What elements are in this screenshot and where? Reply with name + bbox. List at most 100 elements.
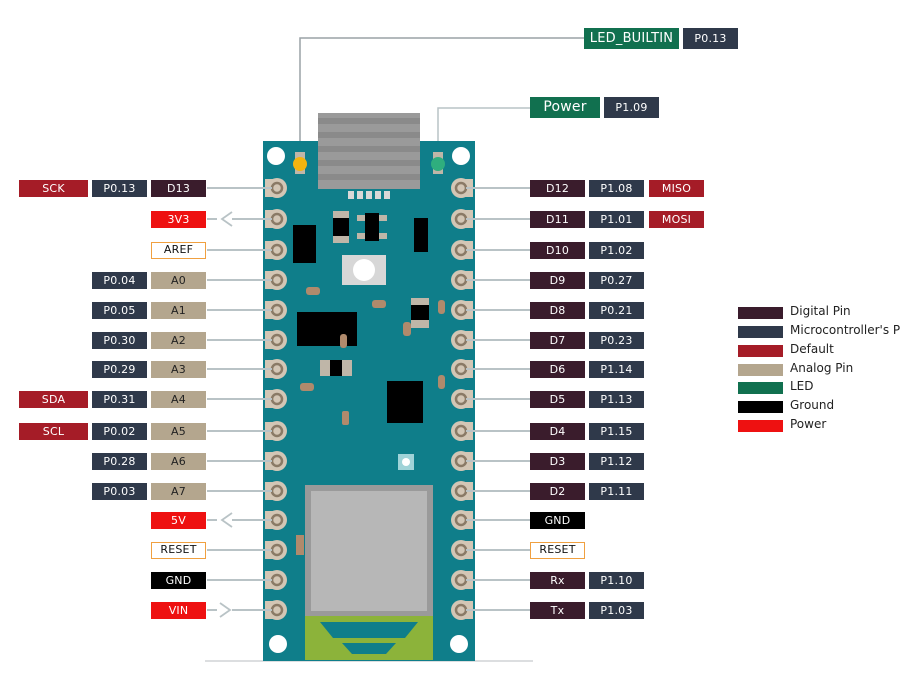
left-port-a6: P0.28 xyxy=(92,453,147,470)
led-builtin-port-label: P0.13 xyxy=(683,28,738,49)
pin-wire xyxy=(466,218,530,220)
usb-connector xyxy=(318,113,420,199)
pin-wire xyxy=(466,549,530,551)
right-port-d6: P1.14 xyxy=(589,361,644,378)
right-pin-d3: D3 xyxy=(530,453,585,470)
right-pin-tx: Tx xyxy=(530,602,585,619)
right-pin-d7: D7 xyxy=(530,332,585,349)
arrow-in-vin-icon xyxy=(219,602,232,618)
left-port-a3: P0.29 xyxy=(92,361,147,378)
right-port-d2: P1.11 xyxy=(589,483,644,500)
pin-wire xyxy=(207,368,272,370)
pin-wire xyxy=(232,218,272,220)
legend-swatch xyxy=(738,345,783,357)
pin-wire xyxy=(466,339,530,341)
led-builtin-label: LED_BUILTIN xyxy=(584,28,679,49)
pin-wire xyxy=(207,460,272,462)
pin-wire xyxy=(466,398,530,400)
pin-wire xyxy=(466,187,530,189)
left-port-d13: P0.13 xyxy=(92,180,147,197)
right-pin-d10: D10 xyxy=(530,242,585,259)
mounting-hole xyxy=(452,147,470,165)
legend-swatch xyxy=(738,307,783,319)
wireless-module xyxy=(305,485,433,660)
left-port-a1: P0.05 xyxy=(92,302,147,319)
left-port-a5: P0.02 xyxy=(92,423,147,440)
left-pin-a3: A3 xyxy=(151,361,206,378)
left-pin-a1: A1 xyxy=(151,302,206,319)
pin-wire xyxy=(207,609,217,611)
right-func-mosi: MOSI xyxy=(649,211,704,228)
pin-wire xyxy=(466,519,530,521)
left-pin-a7: A7 xyxy=(151,483,206,500)
right-port-d4: P1.15 xyxy=(589,423,644,440)
mounting-hole xyxy=(269,635,287,653)
left-pin-a0: A0 xyxy=(151,272,206,289)
right-pin-d5: D5 xyxy=(530,391,585,408)
pin-wire xyxy=(207,579,272,581)
left-func-scl: SCL xyxy=(19,423,88,440)
pin-wire xyxy=(232,609,272,611)
pin-wire xyxy=(207,549,272,551)
left-func-sda: SDA xyxy=(19,391,88,408)
left-pin-a2: A2 xyxy=(151,332,206,349)
left-pin-5v: 5V xyxy=(151,512,206,529)
right-port-d11: P1.01 xyxy=(589,211,644,228)
left-pin-vin: VIN xyxy=(151,602,206,619)
pin-wire xyxy=(207,249,272,251)
left-pin-reset: RESET xyxy=(151,542,206,559)
pin-wire xyxy=(466,430,530,432)
legend-label: Ground xyxy=(790,398,835,412)
right-port-d5: P1.13 xyxy=(589,391,644,408)
pin-wire xyxy=(207,430,272,432)
pin-wire xyxy=(466,279,530,281)
pin-wire xyxy=(466,490,530,492)
left-pin-d13: D13 xyxy=(151,180,206,197)
pin-wire xyxy=(207,339,272,341)
right-pin-d11: D11 xyxy=(530,211,585,228)
power-led-label: Power xyxy=(530,97,600,118)
pin-wire xyxy=(466,368,530,370)
mounting-hole xyxy=(267,147,285,165)
pin-wire xyxy=(207,218,217,220)
right-pin-d9: D9 xyxy=(530,272,585,289)
pin-wire xyxy=(207,490,272,492)
left-port-a4: P0.31 xyxy=(92,391,147,408)
pin-wire xyxy=(207,279,272,281)
legend-swatch xyxy=(738,420,783,432)
pin-wire xyxy=(466,460,530,462)
left-pin-aref: AREF xyxy=(151,242,206,259)
pin-wire xyxy=(466,309,530,311)
led-power-icon xyxy=(431,152,445,174)
legend-swatch xyxy=(738,326,783,338)
left-pin-a6: A6 xyxy=(151,453,206,470)
pin-wire xyxy=(207,398,272,400)
arrow-out-3v3-icon xyxy=(220,211,233,227)
right-port-d3: P1.12 xyxy=(589,453,644,470)
pin-wire xyxy=(207,519,217,521)
power-led-port-label: P1.09 xyxy=(604,97,659,118)
legend-label: Power xyxy=(790,417,827,431)
legend-swatch xyxy=(738,364,783,376)
legend-label: Microcontroller's Port xyxy=(790,323,900,337)
legend-label: Default xyxy=(790,342,834,356)
left-pin-a4: A4 xyxy=(151,391,206,408)
left-port-a7: P0.03 xyxy=(92,483,147,500)
led-builtin-icon xyxy=(293,152,307,174)
mounting-hole xyxy=(450,635,468,653)
right-port-rx: P1.10 xyxy=(589,572,644,589)
legend-swatch xyxy=(738,382,783,394)
legend-swatch xyxy=(738,401,783,413)
legend-label: Analog Pin xyxy=(790,361,854,375)
right-pin-d8: D8 xyxy=(530,302,585,319)
right-port-tx: P1.03 xyxy=(589,602,644,619)
left-port-a0: P0.04 xyxy=(92,272,147,289)
pin-wire xyxy=(466,609,530,611)
right-port-d8: P0.21 xyxy=(589,302,644,319)
right-func-miso: MISO xyxy=(649,180,704,197)
arrow-out-5v-icon xyxy=(220,512,233,528)
pin-wire xyxy=(232,519,272,521)
right-pin-gnd: GND xyxy=(530,512,585,529)
legend-label: Digital Pin xyxy=(790,304,851,318)
left-port-a2: P0.30 xyxy=(92,332,147,349)
